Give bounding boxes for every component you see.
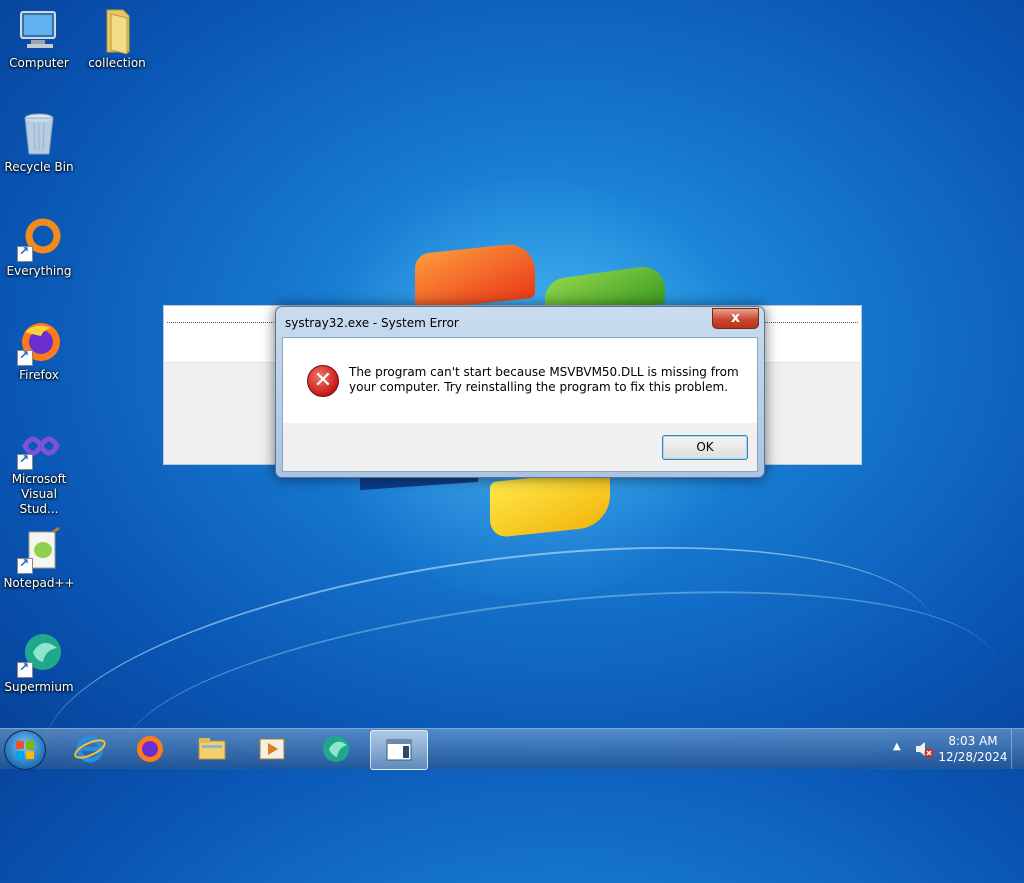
error-message: The program can't start because MSVBVM50…: [349, 365, 739, 394]
taskbar-item-firefox[interactable]: [122, 730, 178, 768]
desktop-icon-label: Supermium: [4, 680, 74, 694]
shortcut-arrow-icon: [17, 452, 33, 470]
wallpaper-streak: [110, 554, 1010, 868]
app-window-icon: [386, 739, 412, 761]
desktop-icon-collection[interactable]: collection: [79, 6, 155, 71]
firefox-icon: [137, 736, 163, 762]
taskbar-item-file-explorer[interactable]: [184, 730, 240, 768]
desktop-icon-notepadpp[interactable]: Notepad++: [1, 526, 77, 591]
notepadpp-icon: [15, 526, 63, 574]
wallpaper-streak: [26, 498, 954, 883]
shortcut-arrow-icon: [17, 556, 33, 574]
close-button[interactable]: x: [712, 308, 759, 329]
supermium-icon: [323, 736, 349, 762]
wallpaper-logo-red: [415, 241, 535, 311]
computer-icon: [15, 6, 63, 54]
dialog-message-area: ✕ The program can't start because MSVBVM…: [283, 338, 757, 423]
taskbar-item-app-window[interactable]: [370, 730, 428, 770]
desktop-icon-supermium[interactable]: Supermium: [1, 630, 77, 695]
desktop-icon-label: Microsoft Visual Stud...: [11, 472, 67, 516]
system-clock[interactable]: 8:03 AM 12/28/2024: [936, 733, 1010, 765]
taskbar-item-internet-explorer[interactable]: [62, 730, 118, 768]
speaker-muted-icon[interactable]: [914, 739, 934, 759]
desktop-icon-computer[interactable]: Computer: [1, 6, 77, 71]
desktop-icon-label: collection: [88, 56, 146, 70]
recycle-bin-icon: [15, 110, 63, 158]
desktop-icon-label: Computer: [9, 56, 69, 70]
windows-logo-icon: [16, 741, 34, 759]
dialog-body: ✕ The program can't start because MSVBVM…: [282, 337, 758, 472]
media-player-icon: [259, 738, 285, 760]
show-desktop-button[interactable]: [1011, 729, 1024, 769]
taskbar-item-media-player[interactable]: [244, 730, 300, 768]
clock-time: 8:03 AM: [948, 734, 998, 748]
file-explorer-icon: [198, 738, 226, 760]
visual-studio-icon: [15, 422, 63, 470]
everything-icon: [15, 214, 63, 262]
system-error-dialog: systray32.exe - System Error x ✕ The pro…: [275, 306, 765, 478]
shortcut-arrow-icon: [17, 244, 33, 262]
error-icon: ✕: [307, 365, 339, 397]
desktop-icon-label: Firefox: [19, 368, 59, 382]
folder-icon: [93, 6, 141, 55]
tray-overflow-arrow[interactable]: ▲: [893, 741, 901, 752]
desktop-icon-label: Notepad++: [3, 576, 75, 590]
taskbar: ▲ 8:03 AM 12/28/2024: [0, 728, 1024, 770]
desktop-icon-everything[interactable]: Everything: [1, 214, 77, 279]
taskbar-item-supermium[interactable]: [308, 730, 364, 768]
firefox-icon: [15, 318, 63, 366]
supermium-icon: [15, 630, 63, 678]
internet-explorer-icon: [74, 735, 106, 763]
desktop-icon-visual-studio[interactable]: Microsoft Visual Stud...: [1, 422, 77, 517]
desktop-icon-label: Recycle Bin: [4, 160, 74, 174]
ok-button[interactable]: OK: [662, 435, 748, 460]
shortcut-arrow-icon: [17, 348, 33, 366]
start-button[interactable]: [4, 730, 46, 770]
desktop-icon-label: Everything: [6, 264, 72, 278]
shortcut-arrow-icon: [17, 660, 33, 678]
wallpaper-logo-yellow: [490, 469, 610, 539]
desktop-icon-recycle-bin[interactable]: Recycle Bin: [1, 110, 77, 175]
desktop-icon-firefox[interactable]: Firefox: [1, 318, 77, 383]
dialog-title: systray32.exe - System Error: [285, 316, 459, 330]
clock-date: 12/28/2024: [938, 750, 1008, 764]
